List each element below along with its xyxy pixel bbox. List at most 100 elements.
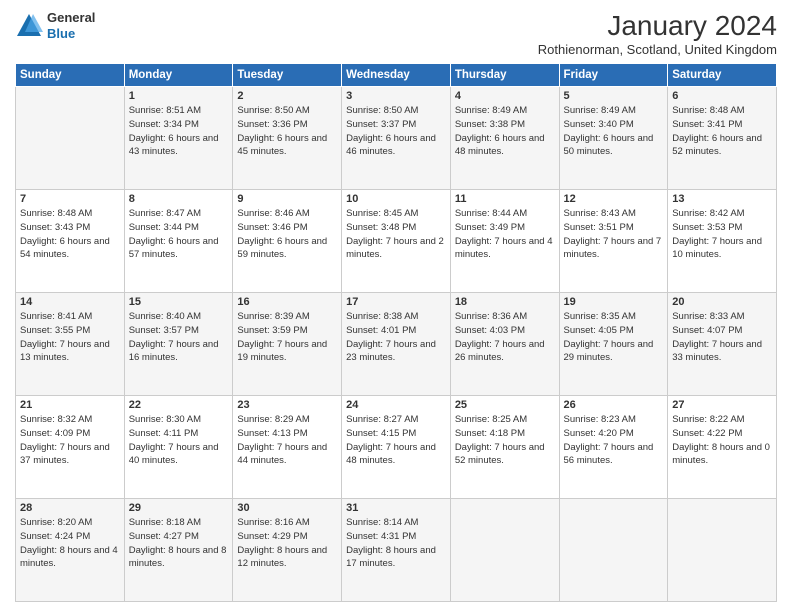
location: Rothienorman, Scotland, United Kingdom — [538, 42, 777, 57]
cell-content: Sunrise: 8:41 AMSunset: 3:55 PMDaylight:… — [20, 310, 120, 365]
calendar-cell — [559, 499, 668, 602]
day-number: 23 — [237, 399, 337, 411]
calendar-cell: 29Sunrise: 8:18 AMSunset: 4:27 PMDayligh… — [124, 499, 233, 602]
cell-content: Sunrise: 8:44 AMSunset: 3:49 PMDaylight:… — [455, 207, 555, 262]
calendar-cell: 5 Sunrise: 8:49 AMSunset: 3:40 PMDaylight… — [559, 87, 668, 190]
calendar-cell: 20 Sunrise: 8:33 AMSunset: 4:07 PMDayligh… — [668, 293, 777, 396]
calendar-cell: 15 Sunrise: 8:40 AMSunset: 3:57 PMDayligh… — [124, 293, 233, 396]
calendar-cell: 22 Sunrise: 8:30 AMSunset: 4:11 PMDayligh… — [124, 396, 233, 499]
week-row-3: 21Sunrise: 8:32 AMSunset: 4:09 PMDayligh… — [16, 396, 777, 499]
day-number: 24 — [346, 399, 446, 411]
cell-content: Sunrise: 8:32 AMSunset: 4:09 PMDaylight:… — [20, 413, 120, 468]
day-number: 13 — [672, 193, 772, 205]
cell-content: Sunrise: 8:38 AMSunset: 4:01 PMDaylight:… — [346, 310, 446, 365]
calendar-cell: 13 Sunrise: 8:42 AMSunset: 3:53 PMDayligh… — [668, 190, 777, 293]
day-number: 7 — [20, 193, 120, 205]
day-number: 22 — [129, 399, 229, 411]
cell-content: Sunrise: 8:23 AMSunset: 4:20 PMDaylight:… — [564, 413, 664, 468]
calendar-cell: 7 Sunrise: 8:48 AMSunset: 3:43 PMDaylight… — [16, 190, 125, 293]
calendar-cell: 31 Sunrise: 8:14 AMSunset: 4:31 PMDayligh… — [342, 499, 451, 602]
day-number: 20 — [672, 296, 772, 308]
day-number: 1 — [129, 90, 229, 102]
logo: General Blue — [15, 10, 95, 41]
calendar-cell: 30 Sunrise: 8:16 AMSunset: 4:29 PMDayligh… — [233, 499, 342, 602]
calendar-cell: 16 Sunrise: 8:39 AMSunset: 3:59 PMDayligh… — [233, 293, 342, 396]
day-header-tuesday: Tuesday — [233, 64, 342, 87]
calendar-cell: 19Sunrise: 8:35 AMSunset: 4:05 PMDayligh… — [559, 293, 668, 396]
day-number: 4 — [455, 90, 555, 102]
calendar-cell: 24 Sunrise: 8:27 AMSunset: 4:15 PMDayligh… — [342, 396, 451, 499]
logo-text: General Blue — [47, 10, 95, 41]
calendar-cell — [16, 87, 125, 190]
calendar-table: SundayMondayTuesdayWednesdayThursdayFrid… — [15, 63, 777, 602]
cell-content: Sunrise: 8:45 AMSunset: 3:48 PMDaylight:… — [346, 207, 446, 262]
calendar-cell: 18Sunrise: 8:36 AMSunset: 4:03 PMDayligh… — [450, 293, 559, 396]
month-title: January 2024 — [538, 10, 777, 42]
cell-content: Sunrise: 8:46 AMSunset: 3:46 PMDaylight:… — [237, 207, 337, 262]
cell-content: Sunrise: 8:22 AMSunset: 4:22 PMDaylight:… — [672, 413, 772, 468]
day-number: 12 — [564, 193, 664, 205]
calendar-cell: 17 Sunrise: 8:38 AMSunset: 4:01 PMDayligh… — [342, 293, 451, 396]
week-row-4: 28 Sunrise: 8:20 AMSunset: 4:24 PMDayligh… — [16, 499, 777, 602]
cell-content: Sunrise: 8:36 AMSunset: 4:03 PMDaylight:… — [455, 310, 555, 365]
calendar-cell: 1Sunrise: 8:51 AMSunset: 3:34 PMDaylight… — [124, 87, 233, 190]
day-number: 9 — [237, 193, 337, 205]
day-header-saturday: Saturday — [668, 64, 777, 87]
cell-content: Sunrise: 8:30 AMSunset: 4:11 PMDaylight:… — [129, 413, 229, 468]
day-number: 14 — [20, 296, 120, 308]
week-row-2: 14 Sunrise: 8:41 AMSunset: 3:55 PMDayligh… — [16, 293, 777, 396]
day-number: 26 — [564, 399, 664, 411]
cell-content: Sunrise: 8:48 AMSunset: 3:43 PMDaylight:… — [20, 207, 120, 262]
day-header-monday: Monday — [124, 64, 233, 87]
day-header-thursday: Thursday — [450, 64, 559, 87]
day-number: 31 — [346, 502, 446, 514]
day-header-friday: Friday — [559, 64, 668, 87]
header-row: SundayMondayTuesdayWednesdayThursdayFrid… — [16, 64, 777, 87]
calendar-cell: 14 Sunrise: 8:41 AMSunset: 3:55 PMDayligh… — [16, 293, 125, 396]
calendar-cell — [668, 499, 777, 602]
cell-content: Sunrise: 8:16 AMSunset: 4:29 PMDaylight:… — [237, 516, 337, 571]
day-number: 17 — [346, 296, 446, 308]
cell-content: Sunrise: 8:33 AMSunset: 4:07 PMDaylight:… — [672, 310, 772, 365]
day-number: 19 — [564, 296, 664, 308]
week-row-1: 7 Sunrise: 8:48 AMSunset: 3:43 PMDaylight… — [16, 190, 777, 293]
calendar-cell: 6Sunrise: 8:48 AMSunset: 3:41 PMDaylight… — [668, 87, 777, 190]
cell-content: Sunrise: 8:50 AMSunset: 3:36 PMDaylight:… — [237, 104, 337, 159]
cell-content: Sunrise: 8:39 AMSunset: 3:59 PMDaylight:… — [237, 310, 337, 365]
calendar-cell: 11Sunrise: 8:44 AMSunset: 3:49 PMDayligh… — [450, 190, 559, 293]
day-number: 28 — [20, 502, 120, 514]
cell-content: Sunrise: 8:27 AMSunset: 4:15 PMDaylight:… — [346, 413, 446, 468]
day-header-wednesday: Wednesday — [342, 64, 451, 87]
week-row-0: 1Sunrise: 8:51 AMSunset: 3:34 PMDaylight… — [16, 87, 777, 190]
cell-content: Sunrise: 8:43 AMSunset: 3:51 PMDaylight:… — [564, 207, 664, 262]
day-number: 25 — [455, 399, 555, 411]
logo-icon — [15, 12, 43, 40]
cell-content: Sunrise: 8:49 AMSunset: 3:38 PMDaylight:… — [455, 104, 555, 159]
title-block: January 2024 Rothienorman, Scotland, Uni… — [538, 10, 777, 57]
calendar-cell: 25 Sunrise: 8:25 AMSunset: 4:18 PMDayligh… — [450, 396, 559, 499]
calendar-cell: 10Sunrise: 8:45 AMSunset: 3:48 PMDayligh… — [342, 190, 451, 293]
day-number: 27 — [672, 399, 772, 411]
cell-content: Sunrise: 8:25 AMSunset: 4:18 PMDaylight:… — [455, 413, 555, 468]
day-number: 16 — [237, 296, 337, 308]
header: General Blue January 2024 Rothienorman, … — [15, 10, 777, 57]
calendar-cell: 2 Sunrise: 8:50 AMSunset: 3:36 PMDaylight… — [233, 87, 342, 190]
logo-general: General — [47, 10, 95, 25]
day-number: 3 — [346, 90, 446, 102]
cell-content: Sunrise: 8:50 AMSunset: 3:37 PMDaylight:… — [346, 104, 446, 159]
day-number: 8 — [129, 193, 229, 205]
cell-content: Sunrise: 8:40 AMSunset: 3:57 PMDaylight:… — [129, 310, 229, 365]
day-number: 5 — [564, 90, 664, 102]
day-number: 30 — [237, 502, 337, 514]
calendar-cell: 3 Sunrise: 8:50 AMSunset: 3:37 PMDaylight… — [342, 87, 451, 190]
calendar-cell: 27 Sunrise: 8:22 AMSunset: 4:22 PMDayligh… — [668, 396, 777, 499]
day-number: 15 — [129, 296, 229, 308]
day-header-sunday: Sunday — [16, 64, 125, 87]
cell-content: Sunrise: 8:49 AMSunset: 3:40 PMDaylight:… — [564, 104, 664, 159]
cell-content: Sunrise: 8:42 AMSunset: 3:53 PMDaylight:… — [672, 207, 772, 262]
day-number: 6 — [672, 90, 772, 102]
calendar-cell: 12 Sunrise: 8:43 AMSunset: 3:51 PMDayligh… — [559, 190, 668, 293]
day-number: 2 — [237, 90, 337, 102]
cell-content: Sunrise: 8:20 AMSunset: 4:24 PMDaylight:… — [20, 516, 120, 571]
cell-content: Sunrise: 8:14 AMSunset: 4:31 PMDaylight:… — [346, 516, 446, 571]
